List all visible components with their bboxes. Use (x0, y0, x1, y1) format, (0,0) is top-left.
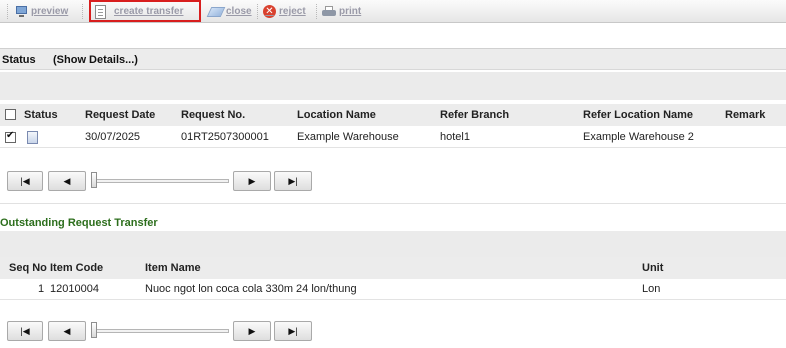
outstanding-bar (0, 231, 786, 257)
col-item-code[interactable]: Item Code (50, 262, 103, 274)
close-label: close (226, 6, 252, 17)
prev-page-button[interactable]: ◀ (48, 171, 86, 191)
seq-no: 1 (38, 283, 45, 295)
filter-bar (0, 72, 786, 100)
col-request-no[interactable]: Request No. (181, 109, 245, 121)
requests-pager: |◀ ◀ ▶ ▶| (0, 171, 786, 195)
location-name: Example Warehouse (297, 131, 399, 143)
col-refer-branch[interactable]: Refer Branch (440, 109, 509, 121)
page-slider-track[interactable] (91, 329, 229, 333)
toolbar-separator (257, 4, 258, 19)
next-page-button[interactable]: ▶ (233, 171, 271, 191)
outstanding-header: Seq No Item Code Item Name Unit (0, 257, 786, 279)
col-status[interactable]: Status (24, 109, 58, 121)
status-document-icon (27, 131, 38, 144)
refer-location-name: Example Warehouse 2 (583, 131, 694, 143)
col-item-name[interactable]: Item Name (145, 262, 201, 274)
monitor-icon (15, 5, 28, 18)
page-slider-thumb[interactable] (91, 322, 97, 338)
select-all-checkbox[interactable] (5, 109, 16, 120)
page-slider-track[interactable] (91, 179, 229, 183)
preview-button[interactable]: preview (15, 3, 68, 20)
show-details-link[interactable]: (Show Details...) (53, 54, 138, 66)
table-row[interactable]: 1 12010004 Nuoc ngot lon coca cola 330m … (0, 280, 786, 300)
print-label: print (339, 6, 362, 17)
preview-label: preview (31, 6, 69, 17)
reject-button[interactable]: ✕ reject (263, 3, 306, 20)
reject-label: reject (279, 6, 306, 17)
unit: Lon (642, 283, 661, 295)
request-date: 30/07/2025 (85, 131, 141, 143)
prev-page-button[interactable]: ◀ (48, 321, 86, 341)
col-refer-location-name[interactable]: Refer Location Name (583, 109, 693, 121)
toolbar-separator (7, 4, 8, 19)
reject-icon: ✕ (263, 5, 276, 18)
item-name: Nuoc ngot lon coca cola 330m 24 lon/thun… (145, 283, 357, 295)
toolbar-separator (82, 4, 83, 19)
requests-header: Status Request Date Request No. Location… (0, 104, 786, 126)
refer-branch: hotel1 (440, 131, 470, 143)
printer-icon (322, 5, 336, 18)
col-seq-no[interactable]: Seq No (9, 262, 47, 274)
first-page-button[interactable]: |◀ (7, 321, 43, 341)
col-remark[interactable]: Remark (725, 109, 765, 121)
close-button[interactable]: close (206, 3, 252, 20)
col-request-date[interactable]: Request Date (85, 109, 155, 121)
col-location-name[interactable]: Location Name (297, 109, 376, 121)
print-button[interactable]: print (322, 3, 361, 20)
next-page-button[interactable]: ▶ (233, 321, 271, 341)
col-unit[interactable]: Unit (642, 262, 663, 274)
eraser-icon (206, 6, 226, 17)
toolbar: preview create transfer close ✕ reject p… (0, 0, 786, 23)
outstanding-title: Outstanding Request Transfer (0, 217, 158, 229)
page-slider-thumb[interactable] (91, 172, 97, 188)
last-page-button[interactable]: ▶| (274, 321, 312, 341)
toolbar-separator (316, 4, 317, 19)
highlight-box (89, 0, 201, 22)
first-page-button[interactable]: |◀ (7, 171, 43, 191)
item-code: 12010004 (50, 283, 99, 295)
table-row[interactable]: 30/07/2025 01RT2507300001 Example Wareho… (0, 128, 786, 148)
status-title: Status (2, 54, 36, 66)
status-bar: Status (Show Details...) (0, 48, 786, 70)
last-page-button[interactable]: ▶| (274, 171, 312, 191)
request-no: 01RT2507300001 (181, 131, 269, 143)
divider (0, 203, 786, 204)
row-checkbox[interactable] (5, 130, 16, 143)
outstanding-pager: |◀ ◀ ▶ ▶| (0, 321, 786, 345)
